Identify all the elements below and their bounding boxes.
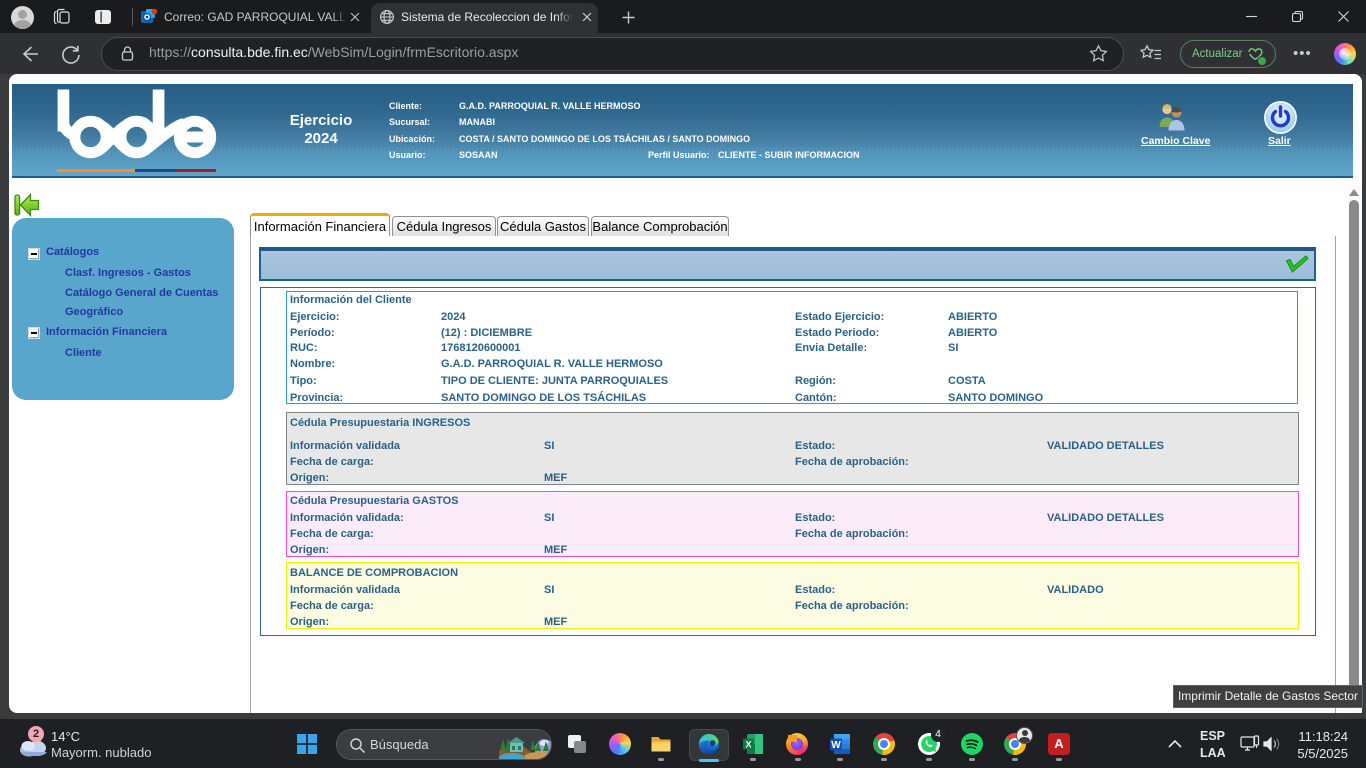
- svg-text:W: W: [831, 740, 841, 751]
- svg-text:X: X: [745, 740, 751, 750]
